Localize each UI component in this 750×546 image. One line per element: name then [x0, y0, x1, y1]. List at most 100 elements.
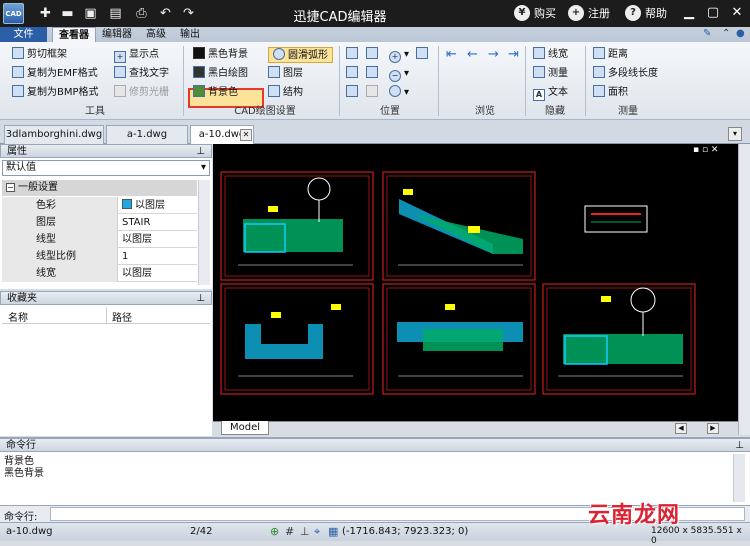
orbit-icon[interactable]: ▾ [389, 85, 409, 101]
search-icon [114, 66, 126, 78]
property-row[interactable]: 色彩 以图层 [2, 197, 197, 214]
tab-output[interactable]: 输出 [174, 27, 206, 42]
structure-icon [268, 85, 280, 97]
favorites-header: 收藏夹 ⊥ [0, 291, 212, 305]
properties-select[interactable]: 默认值 ▾ [2, 160, 210, 176]
rotate-icon[interactable] [346, 85, 361, 101]
drawing-sheet [382, 171, 536, 281]
distance-icon [593, 47, 605, 59]
text-toggle-button[interactable]: A 文本 [533, 85, 568, 101]
zoom-extents-icon[interactable] [366, 66, 381, 82]
close-tab-icon[interactable]: ✕ [240, 129, 252, 141]
command-title: 命令行 [6, 440, 36, 451]
collapse-icon[interactable]: − [6, 183, 15, 192]
tab-file[interactable]: 文件 [0, 27, 47, 42]
property-value-text: 以图层 [135, 200, 165, 211]
property-row[interactable]: 图层 STAIR [2, 214, 197, 231]
print-icon[interactable]: ⎙ [133, 5, 150, 22]
view-3d-icon[interactable] [366, 85, 381, 101]
polyline-length-button[interactable]: 多段线长度 [593, 66, 658, 82]
undo-icon[interactable]: ↶ [157, 5, 174, 22]
pin-icon[interactable]: ⊥ [196, 145, 205, 159]
cut-frame-button[interactable]: 剪切框架 [12, 47, 67, 63]
tab-list-icon[interactable]: ▾ [728, 127, 742, 141]
app-icon[interactable]: CAD [3, 3, 24, 24]
minimize-button[interactable]: ▁ [680, 4, 698, 22]
doc-tab-3dlamborghini[interactable]: 3dlamborghini.dwg [4, 125, 104, 144]
property-row[interactable]: 线型 以图层 [2, 231, 197, 248]
first-page-icon[interactable]: ⇤ [446, 47, 457, 63]
buy-button[interactable]: ¥ 购买 [514, 5, 556, 22]
background-color-button[interactable]: 背景色 [193, 85, 238, 101]
doc-tab-a-1[interactable]: a-1.dwg [106, 125, 188, 144]
tab-viewer[interactable]: 查看器 [52, 27, 96, 42]
copy-bmp-button[interactable]: 复制为BMP格式 [12, 85, 99, 101]
tab-advanced[interactable]: 高级 [140, 27, 172, 42]
save-as-icon[interactable]: ▤ [107, 5, 124, 22]
polyline-length-label: 多段线长度 [608, 68, 658, 79]
save-icon[interactable]: ▣ [82, 5, 99, 22]
measure-toggle-button[interactable]: 测量 [533, 66, 568, 82]
open-folder-icon[interactable]: ▬ [59, 5, 76, 22]
zoom-out-icon[interactable]: − ▾ [389, 66, 409, 82]
model-tab[interactable]: Model [221, 421, 270, 435]
drawing-canvas[interactable]: ▪ ▫ ✕ [213, 144, 738, 421]
maximize-button[interactable]: ▢ [704, 4, 722, 22]
last-page-icon[interactable]: ⇥ [508, 47, 519, 63]
snap-icon[interactable]: ⊕ [270, 525, 279, 538]
zoom-window-icon[interactable] [346, 47, 361, 63]
tab-editor[interactable]: 编辑器 [96, 27, 138, 42]
property-value: STAIR [122, 217, 151, 228]
pan-hand-icon[interactable] [416, 47, 431, 63]
collapse-ribbon-icon[interactable]: ⌃ [722, 28, 730, 39]
show-points-button[interactable]: + 显示点 [114, 47, 159, 63]
copy-emf-button[interactable]: 复制为EMF格式 [12, 66, 98, 82]
palette-icon [193, 85, 205, 97]
bw-drawing-button[interactable]: 黑白绘图 [193, 66, 248, 82]
previous-page-icon[interactable]: ← [467, 47, 478, 63]
copy-icon [12, 85, 24, 97]
line-width-button[interactable]: 线宽 [533, 47, 568, 63]
black-background-button[interactable]: 黑色背景 [193, 47, 248, 63]
pin-icon[interactable]: ⊥ [196, 292, 205, 306]
pin-icon[interactable]: ⊥ [735, 439, 744, 453]
ortho-icon[interactable]: ⊥ [300, 525, 310, 538]
property-row[interactable]: 线宽 以图层 [2, 265, 197, 282]
options-icon[interactable]: ● [736, 28, 745, 39]
zoom-search-icon[interactable] [366, 47, 381, 63]
structure-button[interactable]: 结构 [268, 85, 303, 101]
drawing-sheet [382, 283, 536, 395]
zoom-fit-icon[interactable] [346, 66, 361, 82]
layers-button[interactable]: 图层 [268, 66, 303, 82]
column-name[interactable]: 名称 [8, 309, 28, 324]
section-general[interactable]: − 一般设置 [2, 180, 197, 196]
trim-raster-button[interactable]: 修剪光栅 [114, 85, 169, 101]
property-row[interactable]: 线型比例 1 [2, 248, 197, 265]
orbit-glyph [389, 85, 401, 97]
zoom-out-glyph: − [389, 70, 401, 82]
grid-icon[interactable]: # [285, 525, 294, 538]
help-button[interactable]: ? 帮助 [625, 5, 667, 22]
favorites-columns: 名称 路径 [2, 307, 210, 324]
section-general-label: 一般设置 [18, 182, 58, 193]
smooth-arc-button[interactable]: 圆滑弧形 [268, 47, 333, 63]
property-key: 图层 [2, 214, 118, 231]
zoom-in-icon[interactable]: + ▾ [389, 47, 409, 63]
new-file-icon[interactable]: ✚ [37, 5, 54, 22]
close-button[interactable]: ✕ [728, 4, 746, 22]
properties-scrollbar[interactable] [198, 180, 210, 285]
edit-icon[interactable]: ✎ [703, 28, 711, 39]
next-page-icon[interactable]: → [488, 47, 499, 63]
distance-button[interactable]: 距离 [593, 47, 628, 63]
scroll-right-icon[interactable]: ▶ [707, 423, 719, 434]
column-path[interactable]: 路径 [112, 309, 132, 324]
find-text-button[interactable]: 查找文字 [114, 66, 169, 82]
polar-icon[interactable]: ⌖ [314, 525, 320, 539]
redo-icon[interactable]: ↷ [180, 5, 197, 22]
command-scrollbar[interactable] [733, 454, 745, 502]
canvas-vertical-scrollbar[interactable] [738, 144, 750, 435]
osnap-icon[interactable]: ▦ [328, 525, 338, 538]
register-button[interactable]: + 注册 [568, 5, 610, 22]
area-button[interactable]: 面积 [593, 85, 628, 101]
scroll-left-icon[interactable]: ◀ [675, 423, 687, 434]
